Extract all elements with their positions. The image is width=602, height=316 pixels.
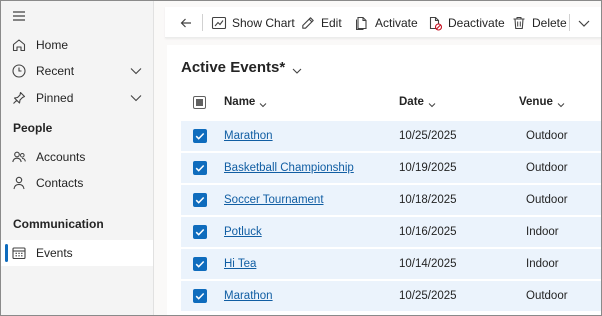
event-name-link[interactable]: Soccer Tournament bbox=[224, 194, 324, 206]
column-header-label: Name bbox=[224, 96, 256, 108]
deactivate-button[interactable]: Deactivate bbox=[427, 7, 505, 38]
calendar-icon bbox=[11, 245, 27, 261]
row-checkbox[interactable] bbox=[193, 257, 207, 271]
sidebar-item-events[interactable]: Events bbox=[1, 240, 153, 266]
people-icon bbox=[11, 149, 27, 165]
table-row[interactable]: Marathon 10/25/2025 Outdoor bbox=[181, 281, 601, 312]
chevron-down-icon bbox=[291, 63, 303, 74]
event-name-link[interactable]: Hi Tea bbox=[224, 258, 256, 270]
sidebar-item-label: Pinned bbox=[36, 91, 74, 105]
chevron-down-icon bbox=[259, 99, 267, 108]
deactivate-label: Deactivate bbox=[448, 15, 505, 30]
table-row[interactable]: Marathon 10/25/2025 Outdoor bbox=[181, 121, 601, 152]
activate-button[interactable]: Activate bbox=[354, 7, 418, 38]
table-row[interactable]: Potluck 10/16/2025 Indoor bbox=[181, 217, 601, 248]
chevron-down-icon[interactable] bbox=[129, 92, 143, 104]
hamburger-menu-icon[interactable] bbox=[12, 10, 26, 22]
show-chart-button[interactable]: Show Chart bbox=[211, 7, 295, 38]
column-header-date[interactable]: Date bbox=[399, 96, 436, 108]
group-label-people: People bbox=[13, 121, 53, 135]
event-date: 10/19/2025 bbox=[399, 162, 457, 174]
select-all-checkbox[interactable] bbox=[193, 96, 206, 109]
chevron-down-icon bbox=[428, 99, 436, 108]
page-title: Active Events* bbox=[181, 59, 286, 76]
table-row[interactable]: Soccer Tournament 10/18/2025 Outdoor bbox=[181, 185, 601, 216]
sidebar: Home Recent Pinned People Accounts Conta… bbox=[1, 1, 154, 315]
toolbar-divider bbox=[569, 14, 570, 31]
deactivate-document-icon bbox=[427, 15, 443, 31]
event-date: 10/14/2025 bbox=[399, 258, 457, 270]
more-commands-button[interactable] bbox=[576, 7, 597, 38]
pin-icon bbox=[11, 90, 27, 106]
view-selector[interactable]: Active Events* bbox=[181, 59, 303, 76]
app-window: Home Recent Pinned People Accounts Conta… bbox=[0, 0, 602, 316]
event-venue: Outdoor bbox=[526, 194, 568, 206]
event-name-link[interactable]: Potluck bbox=[224, 226, 262, 238]
row-checkbox[interactable] bbox=[193, 129, 207, 143]
event-name-link[interactable]: Marathon bbox=[224, 130, 273, 142]
delete-button[interactable]: Delete bbox=[511, 7, 567, 38]
sidebar-item-label: Recent bbox=[36, 64, 75, 78]
sidebar-item-label: Accounts bbox=[36, 150, 86, 164]
event-date: 10/25/2025 bbox=[399, 290, 457, 302]
event-date: 10/18/2025 bbox=[399, 194, 457, 206]
sidebar-item-label: Home bbox=[36, 38, 69, 52]
event-date: 10/25/2025 bbox=[399, 130, 457, 142]
table-row[interactable]: Hi Tea 10/14/2025 Indoor bbox=[181, 249, 601, 280]
column-header-name[interactable]: Name bbox=[224, 96, 267, 108]
row-checkbox[interactable] bbox=[193, 193, 207, 207]
edit-label: Edit bbox=[321, 15, 342, 30]
event-venue: Indoor bbox=[526, 258, 559, 270]
command-bar: Show Chart Edit Activate Deactivate Dele bbox=[165, 7, 601, 38]
row-checkbox[interactable] bbox=[193, 225, 207, 239]
back-arrow-icon bbox=[178, 15, 194, 31]
column-header-venue[interactable]: Venue bbox=[519, 96, 565, 108]
sidebar-item-contacts[interactable]: Contacts bbox=[1, 170, 153, 196]
row-checkbox[interactable] bbox=[193, 289, 207, 303]
home-icon bbox=[11, 37, 27, 53]
event-venue: Outdoor bbox=[526, 162, 568, 174]
event-name-link[interactable]: Basketball Championship bbox=[224, 162, 354, 174]
event-venue: Indoor bbox=[526, 226, 559, 238]
event-venue: Outdoor bbox=[526, 130, 568, 142]
sidebar-item-accounts[interactable]: Accounts bbox=[1, 144, 153, 170]
toolbar-divider bbox=[202, 14, 203, 31]
row-checkbox[interactable] bbox=[193, 161, 207, 175]
sidebar-item-label: Contacts bbox=[36, 176, 84, 190]
event-venue: Outdoor bbox=[526, 290, 568, 302]
edit-button[interactable]: Edit bbox=[300, 7, 342, 38]
clock-icon bbox=[11, 63, 27, 79]
activate-label: Activate bbox=[375, 15, 418, 30]
group-label-communication: Communication bbox=[13, 217, 104, 231]
back-button[interactable] bbox=[178, 7, 199, 38]
person-icon bbox=[11, 175, 27, 191]
delete-label: Delete bbox=[532, 15, 567, 30]
show-chart-label: Show Chart bbox=[232, 15, 295, 30]
event-date: 10/16/2025 bbox=[399, 226, 457, 238]
sidebar-item-home[interactable]: Home bbox=[1, 32, 153, 58]
sidebar-item-label: Events bbox=[36, 246, 73, 260]
sidebar-item-pinned[interactable]: Pinned bbox=[1, 85, 153, 111]
chevron-down-icon bbox=[557, 99, 565, 108]
pencil-icon bbox=[300, 15, 316, 31]
event-name-link[interactable]: Marathon bbox=[224, 290, 273, 302]
column-header-label: Date bbox=[399, 96, 424, 108]
sidebar-item-recent[interactable]: Recent bbox=[1, 58, 153, 84]
activate-document-icon bbox=[354, 15, 370, 31]
chevron-down-icon bbox=[576, 15, 592, 31]
table-row[interactable]: Basketball Championship 10/19/2025 Outdo… bbox=[181, 153, 601, 184]
grid-header: Name Date Venue bbox=[167, 91, 601, 115]
chart-icon bbox=[211, 15, 227, 31]
trash-icon bbox=[511, 15, 527, 31]
main-panel: Active Events* Name Date Venue Marathon … bbox=[167, 45, 601, 315]
column-header-label: Venue bbox=[519, 96, 553, 108]
chevron-down-icon[interactable] bbox=[129, 65, 143, 77]
